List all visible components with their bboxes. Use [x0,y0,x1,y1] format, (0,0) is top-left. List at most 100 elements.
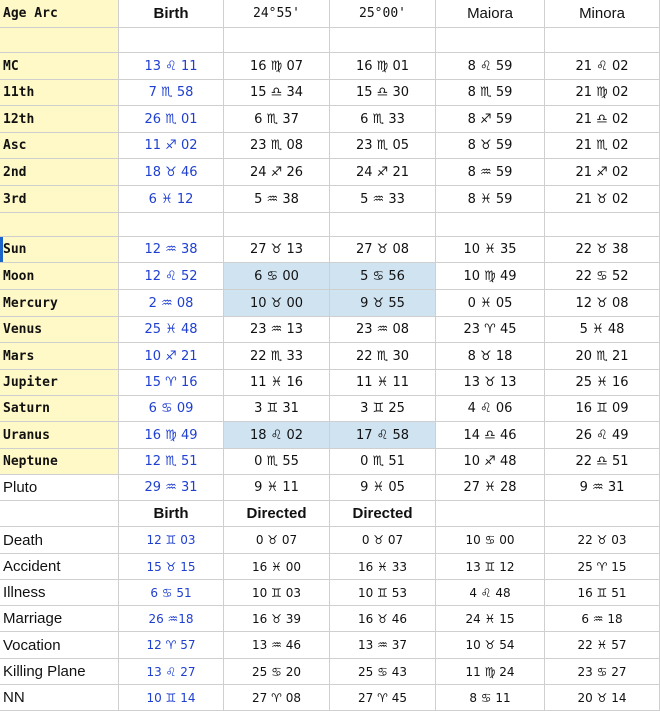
value-cell[interactable]: 16 ♍ 01 [330,53,436,80]
value-cell[interactable]: 0 ♏ 55 [224,449,330,475]
value-cell[interactable]: 0 ♉ 07 [330,527,436,554]
value-cell[interactable]: 23 ♋ 27 [545,659,660,685]
value-cell[interactable]: 8 ♉ 59 [436,133,545,159]
row-label-cell[interactable]: Uranus [0,422,119,449]
value-cell[interactable]: 13 ♉ 13 [436,370,545,396]
value-cell[interactable]: 3 ♊ 25 [330,396,436,422]
value-cell[interactable]: 12 ♏ 51 [119,449,224,475]
value-cell[interactable]: 2 ♒ 08 [119,290,224,317]
value-cell[interactable]: 27 ♈ 08 [224,685,330,711]
value-cell[interactable]: 13 ♒ 46 [224,632,330,659]
value-cell[interactable]: 27 ♓ 28 [436,475,545,501]
header-cell[interactable]: Maiora [436,0,545,28]
value-cell[interactable]: 21 ♉ 02 [545,186,660,213]
value-cell[interactable]: 18 ♉ 46 [119,159,224,186]
row-label-cell[interactable]: Sun [0,237,119,263]
value-cell[interactable]: 11 ♍ 24 [436,659,545,685]
header-cell[interactable]: 24°55' [224,0,330,28]
value-cell[interactable]: 24 ♐ 26 [224,159,330,186]
row-label-cell[interactable]: Marriage [0,606,119,632]
value-cell[interactable] [436,501,545,527]
value-cell[interactable]: 10 ♍ 49 [436,263,545,290]
value-cell[interactable]: 6 ♋ 09 [119,396,224,422]
value-cell[interactable]: 8 ♌ 59 [436,53,545,80]
value-cell[interactable]: 24 ♓ 15 [436,606,545,632]
value-cell[interactable]: 10 ♉ 54 [436,632,545,659]
value-cell[interactable]: 13 ♒ 37 [330,632,436,659]
value-cell[interactable] [224,28,330,53]
row-label-cell[interactable]: Death [0,527,119,554]
value-cell[interactable]: 8 ♏ 59 [436,80,545,106]
row-label-cell[interactable]: Asc [0,133,119,159]
value-cell[interactable]: 16 ♍ 07 [224,53,330,80]
value-cell[interactable]: 25 ♋ 43 [330,659,436,685]
value-cell[interactable]: 10 ♋ 00 [436,527,545,554]
value-cell[interactable]: 12 ♉ 08 [545,290,660,317]
value-cell[interactable] [436,213,545,237]
value-cell[interactable]: 22 ♉ 38 [545,237,660,263]
header-cell[interactable]: Minora [545,0,660,28]
row-label-cell[interactable]: Mercury [0,290,119,317]
row-label-cell[interactable]: Accident [0,554,119,580]
row-label-cell[interactable]: 3rd [0,186,119,213]
value-cell[interactable]: 8 ♒ 59 [436,159,545,186]
value-cell[interactable]: 6 ♓ 12 [119,186,224,213]
value-cell[interactable]: 6 ♋ 00 [224,263,330,290]
header-cell[interactable]: Birth [119,0,224,28]
value-cell[interactable]: 16 ♊ 51 [545,580,660,606]
value-cell[interactable]: 13 ♊ 12 [436,554,545,580]
value-cell[interactable]: 12 ♈ 57 [119,632,224,659]
value-cell[interactable] [119,213,224,237]
value-cell[interactable]: 12 ♊ 03 [119,527,224,554]
value-cell[interactable] [545,28,660,53]
value-cell[interactable]: 10 ♓ 35 [436,237,545,263]
value-cell[interactable]: 15 ♈ 16 [119,370,224,396]
value-cell[interactable]: 26 ♏ 01 [119,106,224,133]
value-cell[interactable]: 0 ♉ 07 [224,527,330,554]
value-cell[interactable]: 9 ♓ 11 [224,475,330,501]
value-cell[interactable] [545,213,660,237]
value-cell[interactable]: 23 ♏ 05 [330,133,436,159]
row-label-cell[interactable]: Saturn [0,396,119,422]
value-cell[interactable]: 29 ♒ 31 [119,475,224,501]
value-cell[interactable]: 14 ♎ 46 [436,422,545,449]
value-cell[interactable]: 23 ♒ 13 [224,317,330,343]
value-cell[interactable]: 20 ♉ 14 [545,685,660,711]
value-cell[interactable]: 27 ♈ 45 [330,685,436,711]
value-cell[interactable]: 27 ♉ 13 [224,237,330,263]
value-cell[interactable] [224,213,330,237]
value-cell[interactable]: 5 ♒ 38 [224,186,330,213]
value-cell[interactable]: 10 ♊ 03 [224,580,330,606]
value-cell[interactable]: 15 ♉ 15 [119,554,224,580]
value-cell[interactable] [330,213,436,237]
value-cell[interactable]: 21 ♍ 02 [545,80,660,106]
row-label-cell[interactable]: Illness [0,580,119,606]
value-cell[interactable]: 10 ♐ 21 [119,343,224,370]
row-label-cell[interactable]: 2nd [0,159,119,186]
row-label-cell[interactable]: 11th [0,80,119,106]
row-label-cell[interactable]: Venus [0,317,119,343]
value-cell[interactable]: Birth [119,501,224,527]
value-cell[interactable]: 0 ♓ 05 [436,290,545,317]
value-cell[interactable]: 22 ♉ 03 [545,527,660,554]
row-label-cell[interactable] [0,213,119,237]
value-cell[interactable]: 4 ♌ 48 [436,580,545,606]
value-cell[interactable]: Directed [224,501,330,527]
value-cell[interactable]: 9 ♉ 55 [330,290,436,317]
value-cell[interactable]: 15 ♎ 30 [330,80,436,106]
value-cell[interactable]: 16 ♊ 09 [545,396,660,422]
value-cell[interactable]: 9 ♓ 05 [330,475,436,501]
value-cell[interactable] [545,501,660,527]
value-cell[interactable]: 24 ♐ 21 [330,159,436,186]
value-cell[interactable]: 8 ♐ 59 [436,106,545,133]
value-cell[interactable]: 10 ♊ 14 [119,685,224,711]
value-cell[interactable]: 21 ♏ 02 [545,133,660,159]
value-cell[interactable]: 11 ♓ 11 [330,370,436,396]
value-cell[interactable]: 8 ♉ 18 [436,343,545,370]
value-cell[interactable]: 13 ♌ 27 [119,659,224,685]
value-cell[interactable]: 16 ♉ 46 [330,606,436,632]
row-label-cell[interactable]: 12th [0,106,119,133]
row-label-cell[interactable] [0,501,119,527]
value-cell[interactable]: 5 ♒ 33 [330,186,436,213]
value-cell[interactable]: 26 ♌ 49 [545,422,660,449]
